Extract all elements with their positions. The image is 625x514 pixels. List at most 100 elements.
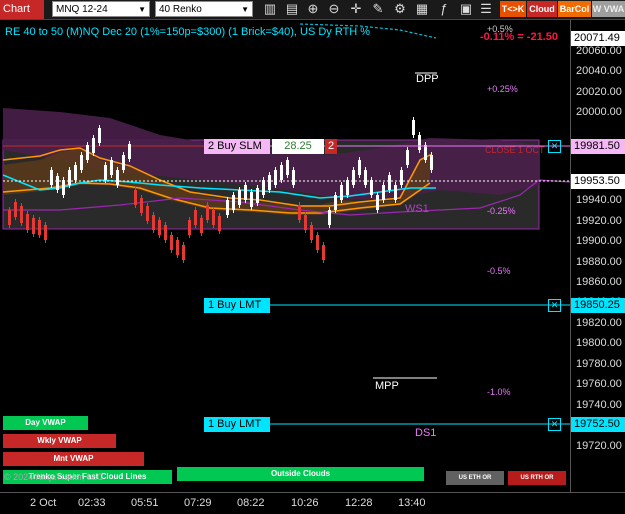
mpp-label: MPP bbox=[375, 380, 399, 392]
time-tick-label: 02:33 bbox=[78, 497, 106, 509]
time-tick-label: 12:28 bbox=[345, 497, 373, 509]
mnt-vwap-button[interactable]: Mnt VWAP bbox=[3, 452, 144, 466]
renko-brick bbox=[286, 160, 289, 175]
renko-brick bbox=[152, 215, 155, 230]
close-icon[interactable]: ✕ bbox=[548, 299, 561, 312]
vwap-toggle-button[interactable]: W VWA bbox=[592, 1, 625, 17]
renko-brick bbox=[268, 175, 271, 190]
time-tick-label: 2 Oct bbox=[30, 497, 57, 509]
renko-brick bbox=[406, 150, 409, 165]
renko-brick bbox=[86, 145, 89, 160]
ds1-label: DS1 bbox=[415, 427, 437, 439]
renko-brick bbox=[20, 206, 23, 223]
renko-brick bbox=[226, 200, 229, 215]
time-tick-label: 05:51 bbox=[131, 497, 159, 509]
renko-brick bbox=[200, 218, 203, 233]
renko-brick bbox=[382, 185, 385, 200]
last-price-badge: 19953.50 bbox=[571, 174, 625, 189]
price-axis[interactable]: 20071.49 20060.00 20040.00 20020.00 20000.0… bbox=[570, 20, 625, 492]
strategies-icon[interactable]: ⚙ bbox=[392, 1, 408, 17]
chart-plot-area[interactable]: RE 40 to 50 (M)NQ Dec 20 (1%=150p=$300) … bbox=[0, 20, 571, 492]
cloud-toggle-button[interactable]: Cloud bbox=[527, 1, 557, 17]
day-vwap-button[interactable]: Day VWAP bbox=[3, 416, 88, 430]
renko-brick bbox=[244, 185, 247, 200]
dpp-label: DPP bbox=[416, 73, 439, 85]
price-tick-label: 19860.00 bbox=[576, 276, 622, 288]
crosshair-icon[interactable]: ✛ bbox=[348, 1, 364, 17]
indicators-icon[interactable]: ƒ bbox=[436, 1, 452, 17]
zoom-out-icon[interactable]: ⊖ bbox=[326, 1, 342, 17]
properties-icon[interactable]: ☰ bbox=[478, 1, 494, 17]
tc-toggle-button[interactable]: T<>K bbox=[500, 1, 526, 17]
chart-style-icon[interactable]: ▤ bbox=[284, 1, 300, 17]
close-price-badge: 19981.50 bbox=[571, 139, 625, 154]
us-eth-or-button[interactable]: US ETH OR bbox=[446, 471, 504, 485]
renko-brick bbox=[418, 135, 421, 150]
sell-order-qty[interactable]: 2 bbox=[325, 139, 337, 154]
renko-brick bbox=[238, 190, 241, 205]
renko-brick bbox=[340, 185, 343, 200]
renko-brick bbox=[334, 195, 337, 210]
renko-brick bbox=[370, 180, 373, 195]
renko-brick bbox=[38, 220, 41, 235]
renko-brick bbox=[146, 206, 149, 221]
barcol-toggle-button[interactable]: BarCol bbox=[558, 1, 591, 17]
pct-label-minus-0.25: -0.25% bbox=[487, 206, 516, 216]
renko-brick bbox=[140, 198, 143, 213]
ws1-label: WS1 bbox=[405, 203, 429, 215]
time-tick-label: 08:22 bbox=[237, 497, 265, 509]
renko-brick bbox=[128, 144, 131, 159]
renko-brick bbox=[352, 170, 355, 185]
bar-type-selector[interactable]: 40 Renko ▼ bbox=[155, 1, 253, 17]
renko-brick bbox=[310, 225, 313, 240]
pct-label-plus-0.25: +0.25% bbox=[487, 84, 518, 94]
price-tick-label: 19900.00 bbox=[576, 235, 622, 247]
wkly-vwap-button[interactable]: Wkly VWAP bbox=[3, 434, 116, 448]
renko-brick bbox=[280, 165, 283, 180]
data-box-icon[interactable]: ▦ bbox=[414, 1, 430, 17]
outside-clouds-button[interactable]: Outside Clouds bbox=[177, 467, 424, 481]
renko-brick bbox=[412, 120, 415, 135]
price-tick-label: 19800.00 bbox=[576, 337, 622, 349]
zoom-in-icon[interactable]: ⊕ bbox=[305, 1, 321, 17]
renko-brick bbox=[182, 245, 185, 260]
ninjatrader-chart-window: Chart MNQ 12-24 ▼ 40 Renko ▼ ▥ ▤ ⊕ ⊖ ✛ ✎… bbox=[0, 0, 625, 514]
us-rth-or-button[interactable]: US RTH OR bbox=[508, 471, 566, 485]
instrument-selector[interactable]: MNQ 12-24 ▼ bbox=[52, 1, 150, 17]
sell-order-pnl: 28.25 bbox=[272, 139, 324, 154]
close-icon[interactable]: ✕ bbox=[548, 418, 561, 431]
renko-brick bbox=[194, 210, 197, 225]
renko-brick bbox=[116, 170, 119, 185]
price-tick-label: 20060.00 bbox=[576, 45, 622, 57]
renko-brick bbox=[218, 216, 221, 231]
renko-brick bbox=[92, 138, 95, 153]
buy-order-2-price-badge: 19752.50 bbox=[571, 417, 625, 432]
renko-brick bbox=[256, 188, 259, 203]
renko-brick bbox=[14, 202, 17, 217]
pct-label-minus-1.0: -1.0% bbox=[487, 387, 511, 397]
templates-icon[interactable]: ▣ bbox=[458, 1, 474, 17]
renko-brick bbox=[68, 170, 71, 185]
price-tick-label: 19820.00 bbox=[576, 317, 622, 329]
buy-order-1-label[interactable]: 1 Buy LMT bbox=[204, 298, 270, 313]
renko-brick bbox=[80, 155, 83, 170]
renko-brick bbox=[262, 180, 265, 195]
renko-brick bbox=[8, 210, 11, 225]
renko-brick bbox=[322, 245, 325, 260]
renko-brick bbox=[206, 205, 209, 220]
chart-title: RE 40 to 50 (M)NQ Dec 20 (1%=150p=$300) … bbox=[5, 26, 371, 38]
renko-brick bbox=[188, 220, 191, 235]
drawing-tool-icon[interactable]: ✎ bbox=[370, 1, 386, 17]
renko-brick bbox=[292, 170, 295, 185]
chart-menu-button[interactable]: Chart bbox=[0, 0, 44, 19]
renko-brick bbox=[74, 165, 77, 180]
pct-label-minus-0.5: -0.5% bbox=[487, 266, 511, 276]
close-icon[interactable]: ✕ bbox=[548, 140, 561, 153]
renko-brick bbox=[62, 180, 65, 195]
buy-order-2-label[interactable]: 1 Buy LMT bbox=[204, 417, 270, 432]
sell-order-label[interactable]: 2 Buy SLM bbox=[204, 139, 270, 154]
price-tick-label: 19920.00 bbox=[576, 215, 622, 227]
renko-brick bbox=[232, 195, 235, 210]
renko-brick bbox=[176, 240, 179, 255]
bars-icon[interactable]: ▥ bbox=[262, 1, 278, 17]
